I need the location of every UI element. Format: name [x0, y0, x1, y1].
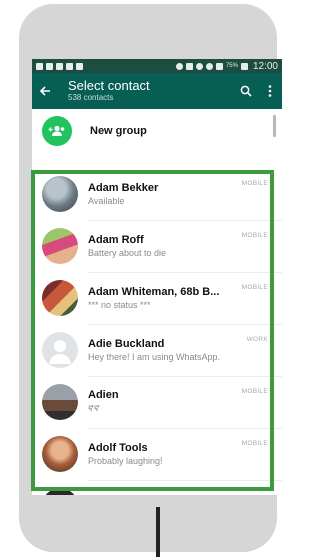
contact-count: 538 contacts: [68, 93, 114, 102]
signal-icon: [215, 62, 223, 70]
more-vert-icon: [268, 85, 272, 97]
battery-icon: [240, 62, 248, 70]
toolbar-titles: Select contact 538 contacts: [58, 79, 234, 103]
page-title: Select contact: [68, 78, 150, 93]
status-bar: 75% 12:00: [32, 59, 282, 73]
wifi-icon: [205, 62, 213, 70]
back-arrow-icon: [39, 86, 50, 96]
highlight-box: [31, 170, 274, 491]
new-group-avatar: [42, 116, 72, 146]
alarm-icon: [195, 62, 203, 70]
bluetooth-icon: [175, 62, 183, 70]
search-button[interactable]: [234, 73, 258, 109]
group-add-icon: [48, 125, 65, 136]
callout-pointer-line: [156, 507, 160, 557]
notification-icon: [46, 62, 53, 70]
back-button[interactable]: [32, 73, 58, 109]
new-group-row[interactable]: New group: [32, 109, 282, 153]
search-icon: [240, 85, 252, 97]
more-options-button[interactable]: [258, 73, 282, 109]
nfc-icon: [185, 62, 193, 70]
mail-icon: [56, 62, 63, 70]
status-bar-right-icons: 75% 12:00: [175, 60, 278, 72]
scrollbar[interactable]: [273, 115, 276, 137]
notification-icon: [36, 62, 43, 70]
app-toolbar: Select contact 538 contacts: [32, 73, 282, 109]
notification-icon: [76, 62, 83, 70]
status-bar-left-icons: [36, 62, 83, 70]
clock: 12:00: [252, 60, 278, 72]
notification-icon: [66, 62, 73, 70]
battery-percent: 75%: [225, 63, 238, 69]
new-group-label: New group: [90, 125, 147, 137]
